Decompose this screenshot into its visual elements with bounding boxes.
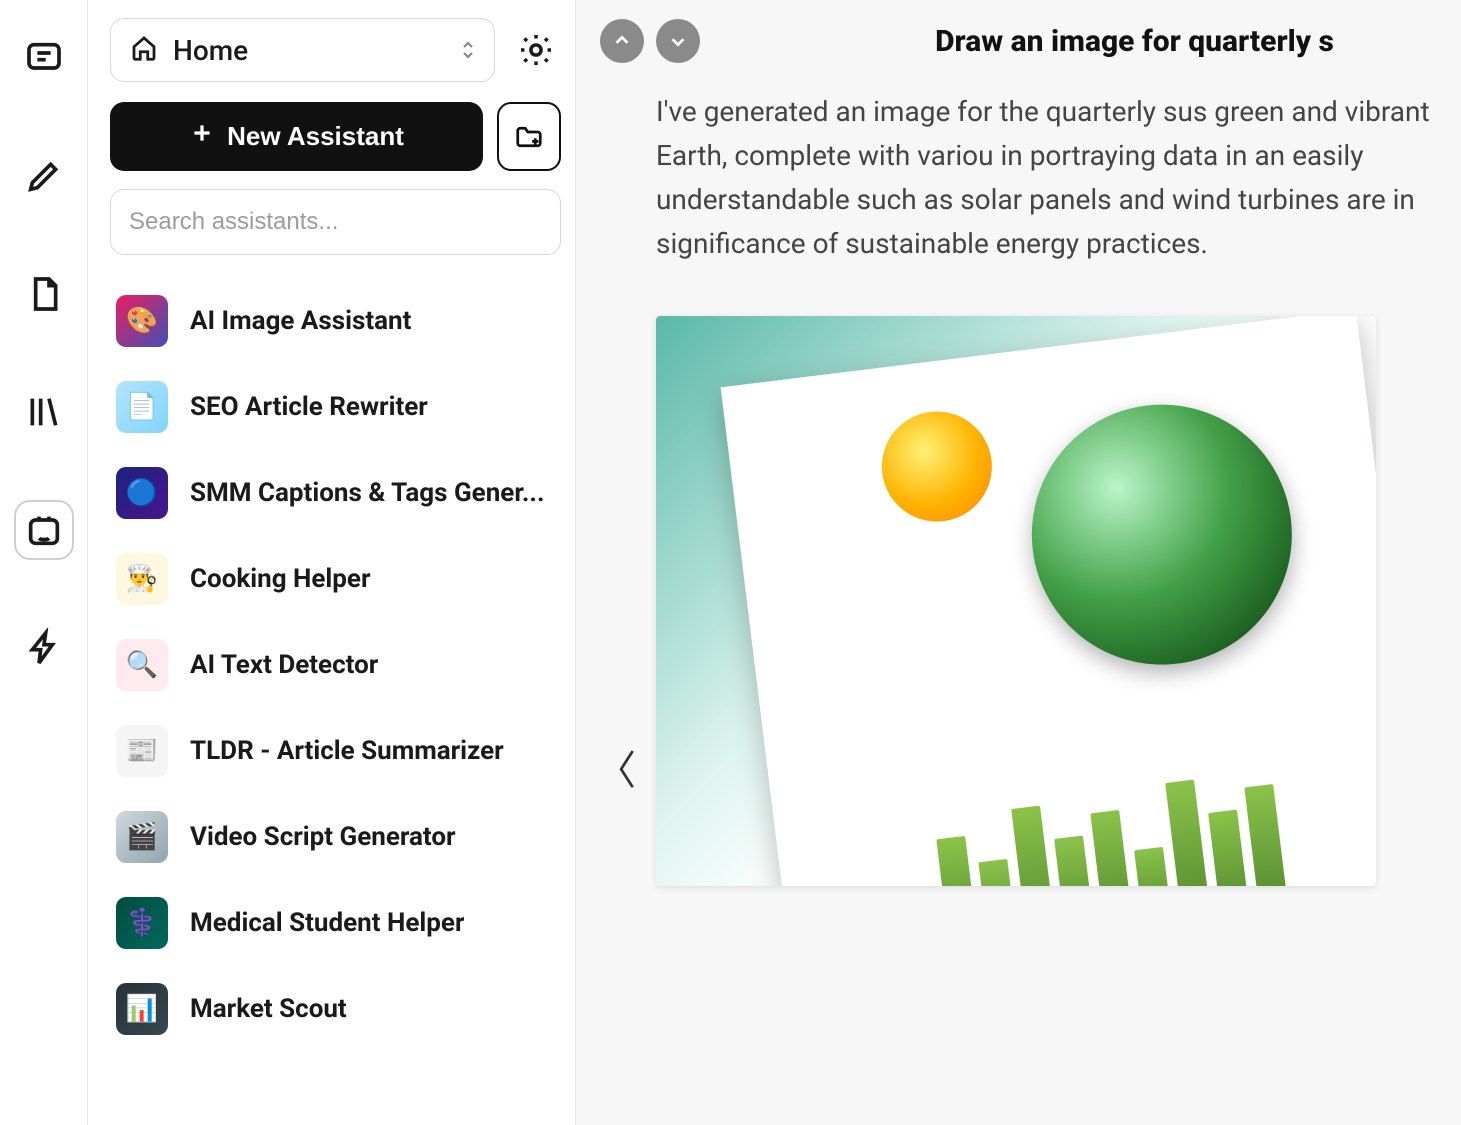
- rail-document-icon[interactable]: [14, 264, 74, 324]
- generated-image[interactable]: [656, 316, 1376, 886]
- assistant-item[interactable]: 🔍 AI Text Detector: [110, 625, 561, 705]
- sidebar-topbar: Home: [110, 18, 561, 82]
- workspace-label: Home: [173, 34, 248, 67]
- rail-bolt-icon[interactable]: [14, 618, 74, 678]
- assistants-list: 🎨 AI Image Assistant 📄 SEO Article Rewri…: [110, 281, 561, 1125]
- assistant-label: Video Script Generator: [190, 822, 456, 852]
- assistant-label: SMM Captions & Tags Gener...: [190, 478, 545, 508]
- assistant-icon: 📊: [116, 983, 168, 1035]
- app-root: Home New Assistant: [0, 0, 1461, 1125]
- assistant-icon: ⚕️: [116, 897, 168, 949]
- settings-button[interactable]: [511, 25, 561, 75]
- assistant-icon: 📄: [116, 381, 168, 433]
- rail-chat-icon[interactable]: [14, 28, 74, 88]
- nav-rail: [0, 0, 88, 1125]
- assistant-item[interactable]: 📄 SEO Article Rewriter: [110, 367, 561, 447]
- workspace-selector[interactable]: Home: [110, 18, 495, 82]
- collapse-sidebar-handle[interactable]: 〈: [596, 738, 636, 796]
- assistant-icon: 📰: [116, 725, 168, 777]
- rail-library-icon[interactable]: [14, 382, 74, 442]
- assistant-item[interactable]: 🎬 Video Script Generator: [110, 797, 561, 877]
- sun-graphic: [876, 405, 999, 528]
- infographic-sheet: [721, 316, 1376, 886]
- assistant-item[interactable]: 🔵 SMM Captions & Tags Gener...: [110, 453, 561, 533]
- assistant-item[interactable]: ⚕️ Medical Student Helper: [110, 883, 561, 963]
- rail-edit-icon[interactable]: [14, 146, 74, 206]
- plus-icon: [189, 120, 215, 153]
- assistant-item[interactable]: 👨‍🍳 Cooking Helper: [110, 539, 561, 619]
- conversation-title: Draw an image for quarterly s: [832, 24, 1437, 59]
- assistant-icon: 🎬: [116, 811, 168, 863]
- assistant-icon: 🔍: [116, 639, 168, 691]
- assistant-response-text: I've generated an image for the quarterl…: [656, 90, 1461, 266]
- bar-chart-graphic: [893, 763, 1287, 886]
- new-assistant-label: New Assistant: [227, 121, 404, 152]
- home-icon: [129, 33, 159, 67]
- assistant-label: AI Image Assistant: [190, 306, 411, 336]
- assistant-label: AI Text Detector: [190, 650, 378, 680]
- assistant-icon: 🔵: [116, 467, 168, 519]
- assistant-icon: 🎨: [116, 295, 168, 347]
- main-content: Draw an image for quarterly s I've gener…: [576, 0, 1461, 1125]
- assistant-item[interactable]: 📰 TLDR - Article Summarizer: [110, 711, 561, 791]
- new-assistant-button[interactable]: New Assistant: [110, 102, 483, 171]
- chevron-updown-icon: [460, 38, 476, 62]
- assistant-label: Cooking Helper: [190, 564, 371, 594]
- main-body: I've generated an image for the quarterl…: [576, 78, 1461, 1125]
- rail-assistant-icon[interactable]: [14, 500, 74, 560]
- main-header: Draw an image for quarterly s: [576, 0, 1461, 78]
- assistant-item[interactable]: 📊 Market Scout: [110, 969, 561, 1049]
- assistant-label: TLDR - Article Summarizer: [190, 736, 504, 766]
- new-folder-button[interactable]: [497, 102, 561, 171]
- search-container: [110, 189, 561, 255]
- assistant-label: Market Scout: [190, 994, 347, 1024]
- assistant-label: SEO Article Rewriter: [190, 392, 428, 422]
- sidebar-actions: New Assistant: [110, 102, 561, 171]
- nav-up-button[interactable]: [600, 19, 644, 63]
- nav-down-button[interactable]: [656, 19, 700, 63]
- sidebar: Home New Assistant: [88, 0, 576, 1125]
- assistant-icon: 👨‍🍳: [116, 553, 168, 605]
- search-input[interactable]: [129, 194, 542, 250]
- assistant-item[interactable]: 🎨 AI Image Assistant: [110, 281, 561, 361]
- earth-graphic: [1017, 390, 1307, 680]
- assistant-label: Medical Student Helper: [190, 908, 464, 938]
